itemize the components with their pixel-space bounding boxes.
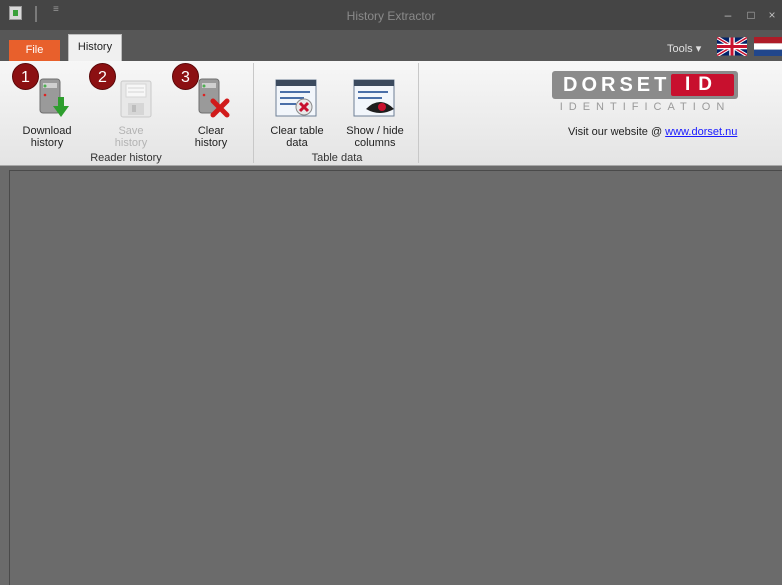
show-hide-label-line1: Show / hide bbox=[346, 125, 404, 137]
save-history-icon bbox=[120, 80, 152, 118]
show-hide-columns-icon bbox=[353, 79, 395, 117]
tab-file[interactable]: File bbox=[9, 40, 60, 61]
logo-id-mark: ID bbox=[671, 74, 734, 96]
ribbon: Download history 1 Save history 2 Clear his… bbox=[0, 61, 782, 166]
window-title: History Extractor bbox=[346, 9, 436, 23]
history-data-area[interactable] bbox=[9, 170, 782, 585]
save-label-line2: history bbox=[114, 137, 148, 149]
netherlands-flag-icon[interactable] bbox=[754, 37, 782, 56]
website-link[interactable]: www.dorset.nu bbox=[665, 126, 737, 138]
table-data-group-label: Table data bbox=[311, 152, 363, 164]
download-label-line2: history bbox=[30, 137, 64, 149]
clear-history-icon bbox=[198, 78, 230, 118]
download-label-line1: Download bbox=[22, 125, 72, 137]
clear-table-label-line1: Clear table bbox=[270, 125, 324, 137]
download-history-icon bbox=[39, 78, 69, 117]
step-badge-1: 1 bbox=[12, 63, 39, 90]
clear-label-line1: Clear bbox=[197, 125, 225, 137]
clear-table-data-button[interactable]: Clear table data bbox=[262, 63, 332, 151]
show-hide-label-line2: columns bbox=[354, 137, 396, 149]
website-prefix: Visit our website @ bbox=[568, 126, 666, 138]
maximize-button[interactable]: □ bbox=[743, 8, 759, 22]
logo-tagline: IDENTIFICATION bbox=[559, 101, 731, 113]
ribbon-tab-row: File History Tools ▾ bbox=[0, 30, 782, 61]
step-badge-2: 2 bbox=[89, 63, 116, 90]
website-line: Visit our website @ www.dorset.nu bbox=[568, 126, 737, 138]
dorset-id-logo: DORSET ID IDENTIFICATION bbox=[552, 71, 738, 115]
minimize-button[interactable]: – bbox=[720, 8, 736, 22]
clear-label-line2: history bbox=[194, 137, 228, 149]
uk-flag-icon[interactable] bbox=[717, 37, 747, 56]
step-badge-3: 3 bbox=[172, 63, 199, 90]
clear-table-icon bbox=[275, 79, 317, 117]
reader-history-group-label: Reader history bbox=[90, 152, 162, 164]
clear-table-label-line2: data bbox=[286, 137, 308, 149]
group-separator bbox=[253, 63, 254, 163]
close-button[interactable]: × bbox=[764, 8, 780, 22]
tab-history[interactable]: History bbox=[68, 34, 122, 61]
tools-menu[interactable]: Tools ▾ bbox=[667, 42, 701, 55]
group-separator bbox=[418, 63, 419, 163]
show-hide-columns-button[interactable]: Show / hide columns bbox=[338, 63, 412, 151]
save-label-line1: Save bbox=[118, 125, 144, 137]
title-bar: ≡ History Extractor – □ × bbox=[0, 0, 782, 30]
